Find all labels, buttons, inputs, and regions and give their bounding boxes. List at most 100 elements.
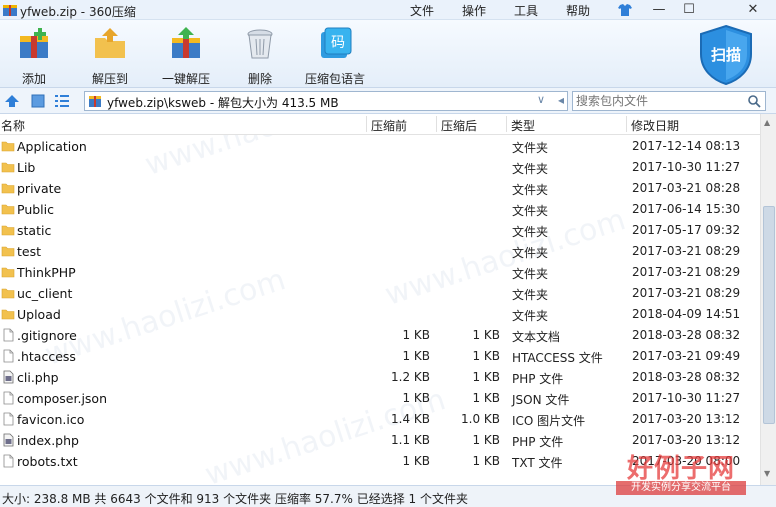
file-icon (1, 328, 15, 342)
file-row[interactable]: uc_client 文件夹 2017-03-21 08:29 (0, 283, 760, 304)
add-button[interactable]: 添加 (14, 26, 54, 87)
file-row[interactable]: cli.php 1.2 KB 1 KB PHP 文件 2018-03-28 08:32 (0, 367, 760, 388)
file-type: PHP 文件 (512, 435, 564, 449)
file-name: index.php (17, 433, 79, 448)
file-type: 文件夹 (512, 141, 549, 155)
refresh-icon[interactable]: ◂ (558, 93, 564, 107)
column-modified[interactable]: 修改日期 (631, 117, 679, 134)
file-row[interactable]: private 文件夹 2017-03-21 08:28 (0, 178, 760, 199)
file-name: Public (17, 202, 54, 217)
file-compressed-size: 1 KB (402, 391, 430, 405)
file-compressed-size: 1.1 KB (391, 433, 430, 447)
address-path: yfweb.zip\ksweb - 解包大小为 413.5 MB (107, 96, 339, 110)
file-type: 文件夹 (512, 288, 549, 302)
zip-file-icon (89, 96, 101, 107)
file-modified-date: 2017-10-30 11:27 (632, 391, 741, 405)
add-archive-icon (20, 28, 48, 58)
address-bar[interactable]: yfweb.zip\ksweb - 解包大小为 413.5 MB ∨ ◂ (84, 91, 568, 111)
column-divider[interactable] (506, 116, 507, 132)
file-type: ICO 图片文件 (512, 414, 586, 428)
file-row[interactable]: ThinkPHP 文件夹 2017-03-21 08:29 (0, 262, 760, 283)
file-row[interactable]: robots.txt 1 KB 1 KB TXT 文件 2017-03-20 08:00 (0, 451, 760, 472)
window-title: yfweb.zip - 360压缩 (20, 5, 136, 19)
list-view-icon[interactable] (54, 93, 70, 109)
file-size: 1.0 KB (461, 412, 500, 426)
column-divider[interactable] (626, 116, 627, 132)
folder-icon (1, 223, 15, 237)
file-icon (1, 454, 15, 468)
file-row[interactable]: Application 文件夹 2017-12-14 08:13 (0, 136, 760, 157)
file-modified-date: 2017-03-21 09:49 (632, 349, 741, 363)
archive-language-icon: 码 (321, 27, 352, 58)
scan-label: 扫描 (711, 46, 741, 64)
minimize-button[interactable]: — (648, 1, 670, 19)
archive-language-label: 压缩包语言 (304, 72, 365, 86)
file-size: 1 KB (472, 391, 500, 405)
scan-shield-button[interactable]: 扫描 (697, 24, 755, 86)
file-row[interactable]: Lib 文件夹 2017-10-30 11:27 (0, 157, 760, 178)
trash-can-icon (247, 29, 273, 59)
scroll-down-icon[interactable]: ▼ (764, 469, 770, 478)
delete-button[interactable]: 删除 (240, 26, 280, 87)
file-name: test (17, 244, 42, 259)
chevron-down-icon[interactable]: ∨ (537, 93, 545, 106)
one-click-extract-button[interactable]: 一键解压 (160, 26, 212, 87)
scroll-up-icon[interactable]: ▲ (764, 118, 770, 127)
column-compressed[interactable]: 压缩前 (371, 117, 407, 134)
archive-language-button[interactable]: 码 压缩包语言 (304, 26, 366, 87)
menu-file[interactable]: 文件 (410, 2, 434, 19)
file-name: favicon.ico (17, 412, 85, 427)
file-row[interactable]: .gitignore 1 KB 1 KB 文本文档 2018-03-28 08:32 (0, 325, 760, 346)
file-row[interactable]: static 文件夹 2017-05-17 09:32 (0, 220, 760, 241)
file-row[interactable]: favicon.ico 1.4 KB 1.0 KB ICO 图片文件 2017-03-2… (0, 409, 760, 430)
file-modified-date: 2017-06-14 15:30 (632, 202, 741, 216)
search-box[interactable] (572, 91, 766, 111)
column-divider[interactable] (436, 116, 437, 132)
delete-label: 删除 (247, 72, 272, 86)
close-button[interactable]: ✕ (742, 1, 764, 19)
file-row[interactable]: Public 文件夹 2017-06-14 15:30 (0, 199, 760, 220)
file-icon (1, 412, 15, 426)
file-type: JSON 文件 (512, 393, 570, 407)
folder-icon (1, 202, 15, 216)
large-icon-view-icon[interactable] (30, 93, 46, 109)
skin-shirt-icon[interactable] (614, 1, 636, 19)
maximize-button[interactable]: ☐ (678, 1, 700, 19)
file-row[interactable]: index.php 1.1 KB 1 KB PHP 文件 2017-03-20 13:1… (0, 430, 760, 451)
file-type: 文件夹 (512, 246, 549, 260)
column-name[interactable]: 名称 (1, 117, 25, 134)
extract-to-folder-icon (95, 28, 125, 58)
scrollbar-thumb[interactable] (763, 206, 775, 424)
file-icon (1, 349, 15, 363)
vertical-scrollbar[interactable]: ▲ ▼ (760, 114, 776, 485)
file-type: TXT 文件 (512, 456, 563, 470)
column-header: 名称 压缩前 压缩后 类型 修改日期 (0, 114, 760, 135)
file-modified-date: 2017-03-20 13:12 (632, 433, 741, 447)
search-icon[interactable] (747, 94, 761, 108)
file-size: 1 KB (472, 349, 500, 363)
file-type: 文件夹 (512, 162, 549, 176)
address-row: yfweb.zip\ksweb - 解包大小为 413.5 MB ∨ ◂ (0, 88, 776, 114)
menu-tools[interactable]: 工具 (514, 2, 538, 19)
file-type: 文件夹 (512, 204, 549, 218)
column-divider[interactable] (366, 116, 367, 132)
file-modified-date: 2017-03-20 13:12 (632, 412, 741, 426)
file-row[interactable]: composer.json 1 KB 1 KB JSON 文件 2017-10-30 1… (0, 388, 760, 409)
menu-help[interactable]: 帮助 (566, 2, 590, 19)
svg-text:码: 码 (331, 35, 345, 51)
file-row[interactable]: Upload 文件夹 2018-04-09 14:51 (0, 304, 760, 325)
file-row[interactable]: .htaccess 1 KB 1 KB HTACCESS 文件 2017-03-21 0… (0, 346, 760, 367)
column-type[interactable]: 类型 (511, 117, 535, 134)
search-input[interactable] (576, 93, 744, 109)
file-type: 文件夹 (512, 225, 549, 239)
file-name: uc_client (17, 286, 73, 301)
up-arrow-icon[interactable] (4, 93, 20, 109)
file-row[interactable]: test 文件夹 2017-03-21 08:29 (0, 241, 760, 262)
extract-to-button[interactable]: 解压到 (88, 26, 132, 87)
file-name: composer.json (17, 391, 108, 406)
file-name: Lib (17, 160, 36, 175)
column-size[interactable]: 压缩后 (441, 117, 477, 134)
menu-operate[interactable]: 操作 (462, 2, 486, 19)
file-name: cli.php (17, 370, 59, 385)
file-name: Application (17, 139, 87, 154)
